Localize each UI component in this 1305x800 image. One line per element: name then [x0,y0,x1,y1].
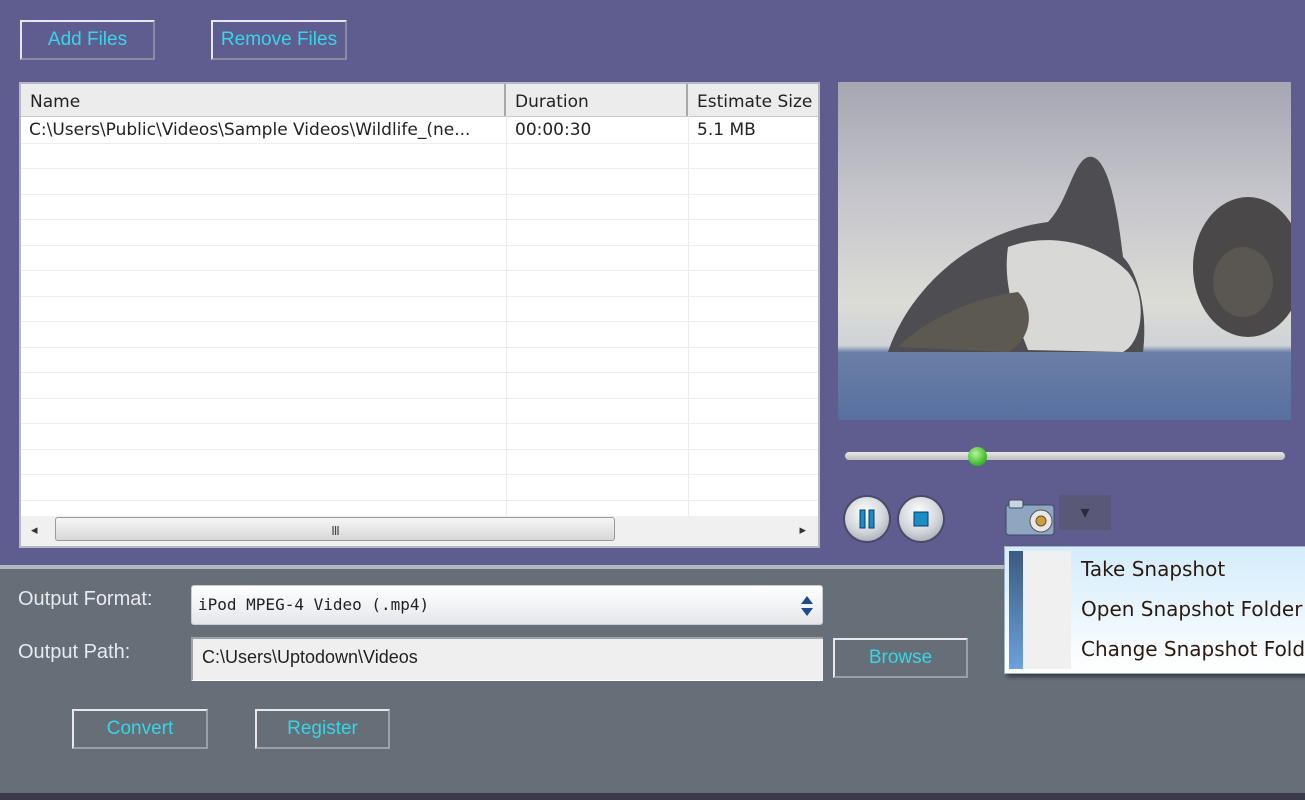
camera-icon [1005,499,1055,536]
scrollbar-thumb[interactable]: III [55,517,615,541]
output-format-label: Output Format: [18,588,153,610]
table-row-empty [21,449,818,475]
table-row-empty [21,474,818,501]
add-files-button[interactable]: Add Files [20,20,155,60]
table-row-empty [21,398,818,424]
scroll-right-icon[interactable]: ▸ [799,523,806,538]
table-row-empty [21,245,818,271]
browse-button[interactable]: Browse [833,638,968,678]
table-row-empty [21,194,818,220]
table-row-empty [21,423,818,450]
table-row-empty [21,347,818,373]
remove-files-button[interactable]: Remove Files [211,20,347,60]
pause-button[interactable] [845,497,889,541]
column-header-estimate-size[interactable]: Estimate Size [688,84,818,116]
column-header-name[interactable]: Name [21,84,506,116]
output-path-value: C:\Users\Uptodown\Videos [202,647,418,667]
stop-button[interactable] [899,497,943,541]
horizontal-scrollbar[interactable]: ◂ III ▸ [21,516,818,546]
cell-duration: 00:00:30 [515,120,592,140]
snapshot-button[interactable] [1003,497,1057,537]
register-button[interactable]: Register [255,709,390,749]
table-row-empty [21,143,818,169]
output-format-select[interactable]: iPod MPEG-4 Video (.mp4) [191,585,823,625]
slider-handle[interactable] [968,447,987,466]
cell-file-name: C:\Users\Public\Videos\Sample Videos\Wil… [29,120,471,140]
table-row-empty [21,296,818,322]
file-list-table[interactable]: Name Duration Estimate Size C:\Users\Pub… [19,82,820,548]
video-frame-image [838,82,1291,420]
stop-icon [913,511,929,527]
grip-icon: III [331,524,340,538]
table-row[interactable]: C:\Users\Public\Videos\Sample Videos\Wil… [21,117,818,144]
snapshot-dropdown-button[interactable]: ▾ [1059,495,1111,530]
pause-icon [859,509,875,529]
output-path-input[interactable]: C:\Users\Uptodown\Videos [191,637,823,681]
column-header-duration[interactable]: Duration [506,84,688,116]
table-row-empty [21,321,818,348]
table-row-empty [21,270,818,297]
output-format-value: iPod MPEG-4 Video (.mp4) [198,595,430,614]
chevron-down-icon: ▾ [1080,502,1090,523]
table-row-empty [21,168,818,195]
menu-item-open-snapshot-folder[interactable]: Open Snapshot Folder [1081,597,1302,621]
playback-progress-slider[interactable] [845,452,1285,460]
menu-item-change-snapshot-folder[interactable]: Change Snapshot Folder [1081,637,1305,661]
snapshot-context-menu: Take Snapshot Open Snapshot Folder Chang… [1004,546,1305,674]
output-path-label: Output Path: [18,641,131,663]
menu-accent-strip [1009,551,1023,669]
table-row-empty [21,219,818,246]
convert-button[interactable]: Convert [72,709,208,749]
table-row-empty [21,372,818,399]
video-preview [838,82,1291,420]
menu-item-take-snapshot[interactable]: Take Snapshot [1081,557,1225,581]
table-header: Name Duration Estimate Size [21,84,818,117]
window-bottom-edge [0,793,1305,800]
cell-estimate-size: 5.1 MB [697,120,756,140]
menu-icon-gutter [1023,551,1071,669]
up-down-arrows-icon [801,596,813,616]
scroll-left-icon[interactable]: ◂ [31,523,38,538]
